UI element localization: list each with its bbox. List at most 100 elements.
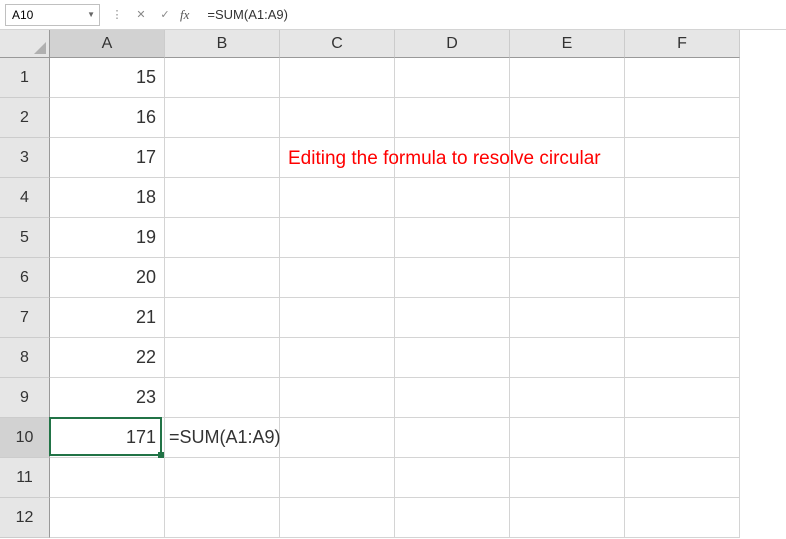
cell-a6[interactable]: 20 [50, 258, 165, 298]
cell-d11[interactable] [395, 458, 510, 498]
cell-e6[interactable] [510, 258, 625, 298]
row-header-5[interactable]: 5 [0, 218, 50, 258]
cell-e11[interactable] [510, 458, 625, 498]
cell-f2[interactable] [625, 98, 740, 138]
cell-c9[interactable] [280, 378, 395, 418]
col-header-b[interactable]: B [165, 30, 280, 58]
cell-b1[interactable] [165, 58, 280, 98]
col-header-d[interactable]: D [395, 30, 510, 58]
cell-a1[interactable]: 15 [50, 58, 165, 98]
row-header-9[interactable]: 9 [0, 378, 50, 418]
cell-b5[interactable] [165, 218, 280, 258]
cell-b7[interactable] [165, 298, 280, 338]
cell-f3[interactable] [625, 138, 740, 178]
cell-a12[interactable] [50, 498, 165, 538]
cell-b11[interactable] [165, 458, 280, 498]
cell-b9[interactable] [165, 378, 280, 418]
cell-c11[interactable] [280, 458, 395, 498]
cell-c10[interactable] [280, 418, 395, 458]
row-header-7[interactable]: 7 [0, 298, 50, 338]
cell-c7[interactable] [280, 298, 395, 338]
cell-f12[interactable] [625, 498, 740, 538]
cell-f8[interactable] [625, 338, 740, 378]
cell-e2[interactable] [510, 98, 625, 138]
cell-a5[interactable]: 19 [50, 218, 165, 258]
cancel-icon[interactable]: ✕ [132, 6, 150, 24]
cell-d4[interactable] [395, 178, 510, 218]
cell-c2[interactable] [280, 98, 395, 138]
cell-a2[interactable]: 16 [50, 98, 165, 138]
enter-icon[interactable]: ✓ [156, 6, 174, 24]
cell-d7[interactable] [395, 298, 510, 338]
cell-e10[interactable] [510, 418, 625, 458]
cell-b8[interactable] [165, 338, 280, 378]
cell-c5[interactable] [280, 218, 395, 258]
cell-f5[interactable] [625, 218, 740, 258]
cell-e5[interactable] [510, 218, 625, 258]
cell-f6[interactable] [625, 258, 740, 298]
cell-e7[interactable] [510, 298, 625, 338]
cell-c4[interactable] [280, 178, 395, 218]
cell-d1[interactable] [395, 58, 510, 98]
cell-a8[interactable]: 22 [50, 338, 165, 378]
cell-d12[interactable] [395, 498, 510, 538]
cell-a11[interactable] [50, 458, 165, 498]
formula-input[interactable] [197, 4, 781, 26]
formula-bar-controls: ⋮ ✕ ✓ fx [104, 6, 193, 24]
cell-d5[interactable] [395, 218, 510, 258]
row-headers: 1 2 3 4 5 6 7 8 9 10 11 12 [0, 58, 50, 538]
cell-e1[interactable] [510, 58, 625, 98]
cell-b4[interactable] [165, 178, 280, 218]
fx-icon[interactable]: fx [180, 7, 189, 23]
cell-d10[interactable] [395, 418, 510, 458]
row-header-11[interactable]: 11 [0, 458, 50, 498]
row-header-4[interactable]: 4 [0, 178, 50, 218]
sheet-area: A B C D E F 1 2 3 4 5 6 7 8 9 10 11 12 [0, 30, 786, 539]
cell-a9[interactable]: 23 [50, 378, 165, 418]
row-header-10[interactable]: 10 [0, 418, 50, 458]
row-header-8[interactable]: 8 [0, 338, 50, 378]
cell-f4[interactable] [625, 178, 740, 218]
cell-a4[interactable]: 18 [50, 178, 165, 218]
cell-d9[interactable] [395, 378, 510, 418]
col-header-f[interactable]: F [625, 30, 740, 58]
cell-e9[interactable] [510, 378, 625, 418]
cell-e4[interactable] [510, 178, 625, 218]
cell-c6[interactable] [280, 258, 395, 298]
cell-b6[interactable] [165, 258, 280, 298]
select-all-corner[interactable] [0, 30, 50, 58]
cell-f10[interactable] [625, 418, 740, 458]
col-header-e[interactable]: E [510, 30, 625, 58]
cell-f9[interactable] [625, 378, 740, 418]
name-box-dropdown-icon[interactable]: ▼ [87, 10, 95, 19]
cell-c8[interactable] [280, 338, 395, 378]
cell-a7[interactable]: 21 [50, 298, 165, 338]
cell-f11[interactable] [625, 458, 740, 498]
row-header-1[interactable]: 1 [0, 58, 50, 98]
col-header-a[interactable]: A [50, 30, 165, 58]
cell-d8[interactable] [395, 338, 510, 378]
cell-e8[interactable] [510, 338, 625, 378]
name-box-value: A10 [12, 8, 33, 22]
col-header-c[interactable]: C [280, 30, 395, 58]
row-header-6[interactable]: 6 [0, 258, 50, 298]
cell-f7[interactable] [625, 298, 740, 338]
formula-bar: A10 ▼ ⋮ ✕ ✓ fx [0, 0, 786, 30]
cell-f1[interactable] [625, 58, 740, 98]
name-box[interactable]: A10 ▼ [5, 4, 100, 26]
row-header-3[interactable]: 3 [0, 138, 50, 178]
cell-d2[interactable] [395, 98, 510, 138]
cell-c12[interactable] [280, 498, 395, 538]
cell-a10[interactable]: 171 [50, 418, 165, 458]
cell-d6[interactable] [395, 258, 510, 298]
row-header-2[interactable]: 2 [0, 98, 50, 138]
cell-b3[interactable] [165, 138, 280, 178]
adjacent-formula-text: =SUM(A1:A9) [169, 427, 281, 448]
cell-e12[interactable] [510, 498, 625, 538]
cell-a3[interactable]: 17 [50, 138, 165, 178]
divider-icon: ⋮ [108, 6, 126, 24]
row-header-12[interactable]: 12 [0, 498, 50, 538]
cell-b2[interactable] [165, 98, 280, 138]
cell-b12[interactable] [165, 498, 280, 538]
cell-c1[interactable] [280, 58, 395, 98]
